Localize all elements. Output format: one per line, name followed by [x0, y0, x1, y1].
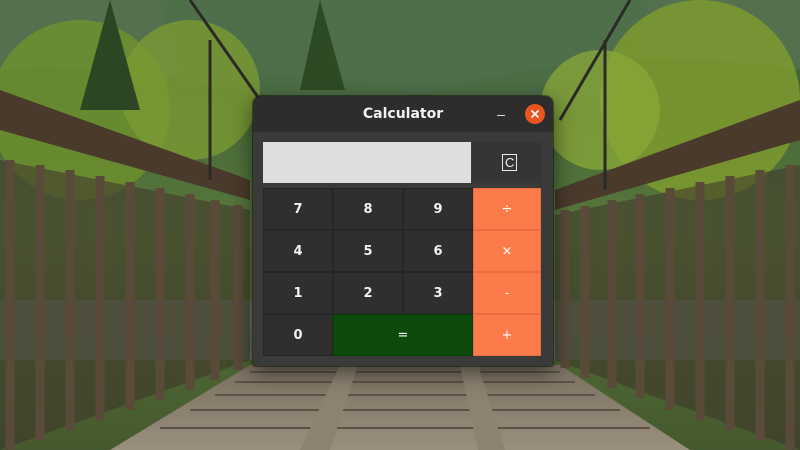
key-8[interactable]: 8 — [333, 188, 403, 230]
clear-button[interactable]: C — [472, 142, 541, 183]
key-0[interactable]: 0 — [263, 314, 333, 356]
divide-button[interactable]: ÷ — [473, 188, 541, 230]
subtract-button[interactable]: - — [473, 272, 541, 314]
key-3[interactable]: 3 — [403, 272, 473, 314]
close-icon — [530, 109, 540, 119]
key-2[interactable]: 2 — [333, 272, 403, 314]
calculator-body: C 7 8 9 ÷ 4 5 6 × 1 2 3 - 0 = + — [253, 132, 553, 366]
multiply-button[interactable]: × — [473, 230, 541, 272]
key-5[interactable]: 5 — [333, 230, 403, 272]
key-9[interactable]: 9 — [403, 188, 473, 230]
minimize-button[interactable]: – — [491, 104, 511, 124]
key-6[interactable]: 6 — [403, 230, 473, 272]
key-4[interactable]: 4 — [263, 230, 333, 272]
desktop: Calculator – C 7 8 9 ÷ 4 5 6 × 1 2 3 - 0… — [0, 0, 800, 450]
add-button[interactable]: + — [473, 314, 541, 356]
calculator-window: Calculator – C 7 8 9 ÷ 4 5 6 × 1 2 3 - 0… — [253, 96, 553, 366]
equals-button[interactable]: = — [333, 314, 473, 356]
title-bar[interactable]: Calculator – — [253, 96, 553, 133]
calculator-display[interactable] — [263, 142, 471, 183]
key-7[interactable]: 7 — [263, 188, 333, 230]
key-1[interactable]: 1 — [263, 272, 333, 314]
close-button[interactable] — [525, 104, 545, 124]
clear-label: C — [502, 154, 518, 171]
